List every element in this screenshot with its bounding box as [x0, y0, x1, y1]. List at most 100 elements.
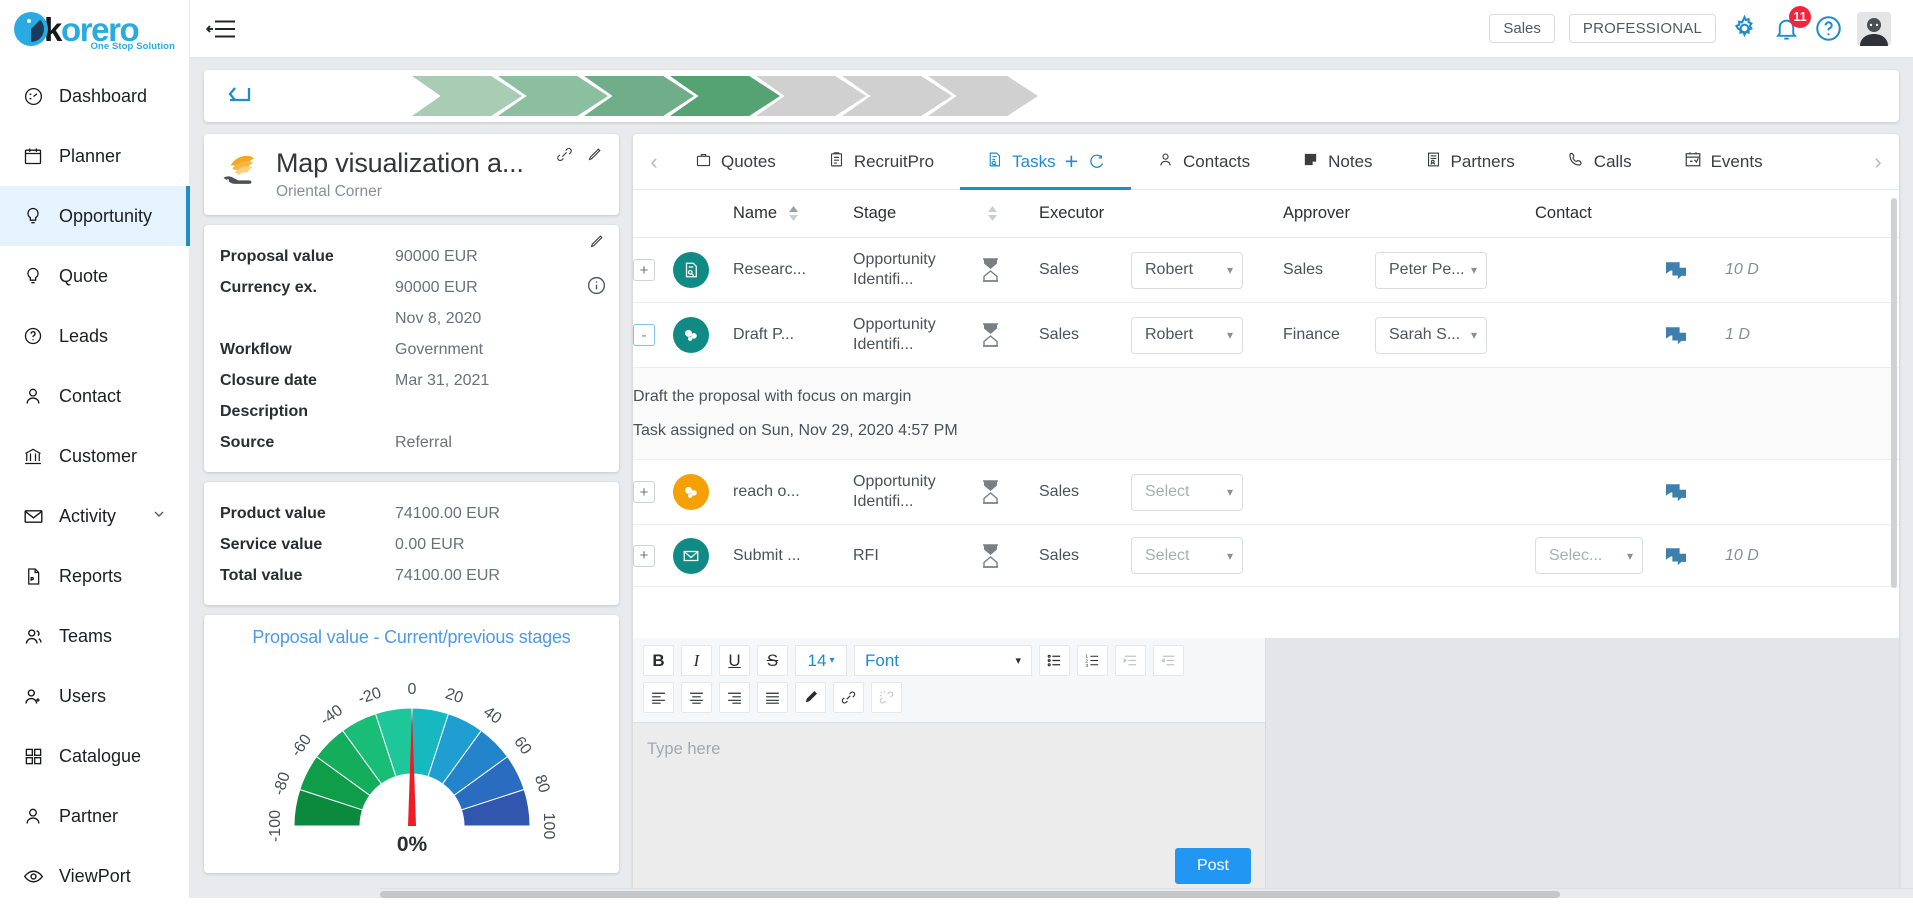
sidebar-item-planner[interactable]: Planner	[0, 126, 189, 186]
chat-icon[interactable]	[1665, 482, 1717, 502]
sidebar-item-dashboard[interactable]: Dashboard	[0, 66, 189, 126]
th-stage-sort[interactable]	[981, 190, 1039, 238]
th-stage[interactable]: Stage	[853, 190, 981, 238]
sidebar-item-quote[interactable]: Quote	[0, 246, 189, 306]
plus-icon[interactable]: +	[1065, 150, 1078, 173]
value-row: Service value 0.00 EUR	[220, 529, 599, 560]
cell-name[interactable]: Submit ...	[733, 524, 853, 588]
numbered-list-icon[interactable]: 123	[1077, 645, 1108, 676]
bullet-list-icon[interactable]	[1039, 645, 1070, 676]
help-icon[interactable]	[1814, 14, 1843, 43]
table-vertical-scrollbar[interactable]	[1891, 198, 1897, 588]
table-row[interactable]: + Submit ... RFI Sales Select ▾ Selec...…	[633, 524, 1899, 588]
task-table-head: Name Stage Executor Approver Contact	[633, 190, 1899, 238]
pencil-icon[interactable]	[586, 146, 603, 163]
stage-chevron[interactable]	[412, 76, 522, 116]
detail-row: Proposal value 90000 EUR	[220, 241, 599, 272]
sort-icon[interactable]	[788, 206, 799, 222]
avatar[interactable]	[1857, 11, 1891, 46]
table-row[interactable]: + Researc... Opportunity Identifi... Sal…	[633, 237, 1899, 303]
refresh-icon[interactable]	[1087, 153, 1105, 171]
back-arrow-icon[interactable]	[222, 83, 252, 109]
pencil-icon[interactable]	[588, 233, 605, 250]
executor-select[interactable]: Robert ▾	[1131, 316, 1243, 354]
align-center-icon[interactable]	[681, 682, 712, 713]
executor-select[interactable]: Robert ▾	[1131, 251, 1243, 289]
unlink-icon[interactable]	[871, 682, 902, 713]
chevron-left-icon[interactable]: ‹	[639, 149, 669, 175]
sort-icon[interactable]	[987, 206, 998, 222]
chat-icon[interactable]	[1665, 546, 1717, 566]
cell-contact: Selec... ▾	[1535, 524, 1665, 588]
indent-icon[interactable]	[1115, 645, 1146, 676]
sidebar-item-contact[interactable]: Contact	[0, 366, 189, 426]
font-family-select[interactable]: Font ▾	[854, 645, 1032, 676]
executor-select[interactable]: Select ▾	[1131, 473, 1243, 511]
opportunity-details-card: Proposal value 90000 EUR Currency ex. 90…	[204, 225, 619, 473]
tab-recruitpro[interactable]: RecruitPro	[802, 134, 960, 189]
cell-name[interactable]: Researc...	[733, 237, 853, 303]
info-icon[interactable]	[586, 275, 607, 296]
expand-row-button[interactable]: +	[633, 259, 655, 281]
underline-button[interactable]: U	[719, 645, 750, 676]
cell-name[interactable]: reach o...	[733, 459, 853, 526]
approver-select[interactable]: Sarah S... ▾	[1375, 316, 1487, 354]
sidebar-item-catalogue[interactable]: Catalogue	[0, 726, 189, 786]
horizontal-scrollbar-thumb[interactable]	[380, 891, 1560, 898]
table-row[interactable]: + reach o... Opportunity Identifi... Sal…	[633, 459, 1899, 526]
tab-contacts[interactable]: Contacts	[1131, 134, 1276, 189]
expand-row-button[interactable]: +	[633, 481, 655, 504]
gear-icon[interactable]	[1730, 14, 1759, 43]
expand-row-button[interactable]: +	[633, 544, 655, 567]
sidebar-item-users[interactable]: Users	[0, 666, 189, 726]
cell-approver-team	[1283, 459, 1375, 526]
comment-input[interactable]: Type here Post	[633, 723, 1265, 898]
collapse-row-button[interactable]: -	[633, 324, 655, 346]
role-pill[interactable]: Sales	[1489, 14, 1555, 43]
sidebar-item-leads[interactable]: Leads	[0, 306, 189, 366]
brand-logo[interactable]: korero One Stop Solution	[0, 0, 189, 58]
cell-executor-user: Robert ▾	[1131, 302, 1283, 368]
sidebar-item-partner[interactable]: Partner	[0, 786, 189, 846]
plan-pill[interactable]: PROFESSIONAL	[1568, 14, 1716, 43]
link-icon[interactable]	[833, 682, 864, 713]
tab-partners[interactable]: Partners	[1399, 134, 1541, 189]
chevron-down-icon[interactable]	[151, 506, 167, 527]
chat-icon[interactable]	[1665, 325, 1717, 345]
marker-pen-icon[interactable]	[795, 682, 826, 713]
outdent-icon[interactable]	[1153, 645, 1184, 676]
cell-name[interactable]: Draft P...	[733, 302, 853, 368]
sidebar-item-opportunity[interactable]: Opportunity	[0, 186, 190, 246]
chevron-right-icon[interactable]: ›	[1863, 149, 1893, 175]
table-row[interactable]: - Draft P... Opportunity Identifi... Sal…	[633, 302, 1899, 368]
cell-avatar	[673, 237, 733, 303]
executor-select[interactable]: Select ▾	[1131, 537, 1243, 575]
chat-icon[interactable]	[1665, 260, 1717, 280]
italic-button[interactable]: I	[681, 645, 712, 676]
horizontal-scrollbar[interactable]	[380, 888, 1913, 898]
collapse-menu-icon[interactable]	[206, 16, 236, 42]
strikethrough-button[interactable]: S	[757, 645, 788, 676]
align-left-icon[interactable]	[643, 682, 674, 713]
tab-quotes[interactable]: Quotes	[669, 134, 802, 189]
align-right-icon[interactable]	[719, 682, 750, 713]
tab-events[interactable]: Events	[1658, 134, 1789, 189]
sidebar-item-activity[interactable]: Activity	[0, 486, 189, 546]
bell-icon[interactable]: 11	[1773, 6, 1811, 42]
sidebar-item-reports[interactable]: Reports	[0, 546, 189, 606]
tab-tasks[interactable]: Tasks +	[960, 134, 1131, 190]
tab-calls[interactable]: Calls	[1541, 134, 1658, 189]
sidebar-item-viewport[interactable]: ViewPort	[0, 846, 189, 906]
contact-select[interactable]: Selec... ▾	[1535, 537, 1643, 575]
approver-select[interactable]: Peter Pe... ▾	[1375, 251, 1487, 289]
bold-button[interactable]: B	[643, 645, 674, 676]
sidebar-item-customer[interactable]: Customer	[0, 426, 189, 486]
align-justify-icon[interactable]	[757, 682, 788, 713]
post-button[interactable]: Post	[1174, 848, 1251, 884]
sidebar-item-teams[interactable]: Teams	[0, 606, 189, 666]
th-name[interactable]: Name	[733, 190, 853, 238]
cell-expander: +	[633, 459, 673, 526]
tab-notes[interactable]: Notes	[1276, 134, 1398, 189]
font-size-select[interactable]: 14 ▾	[795, 645, 847, 676]
link-icon[interactable]	[556, 146, 573, 163]
